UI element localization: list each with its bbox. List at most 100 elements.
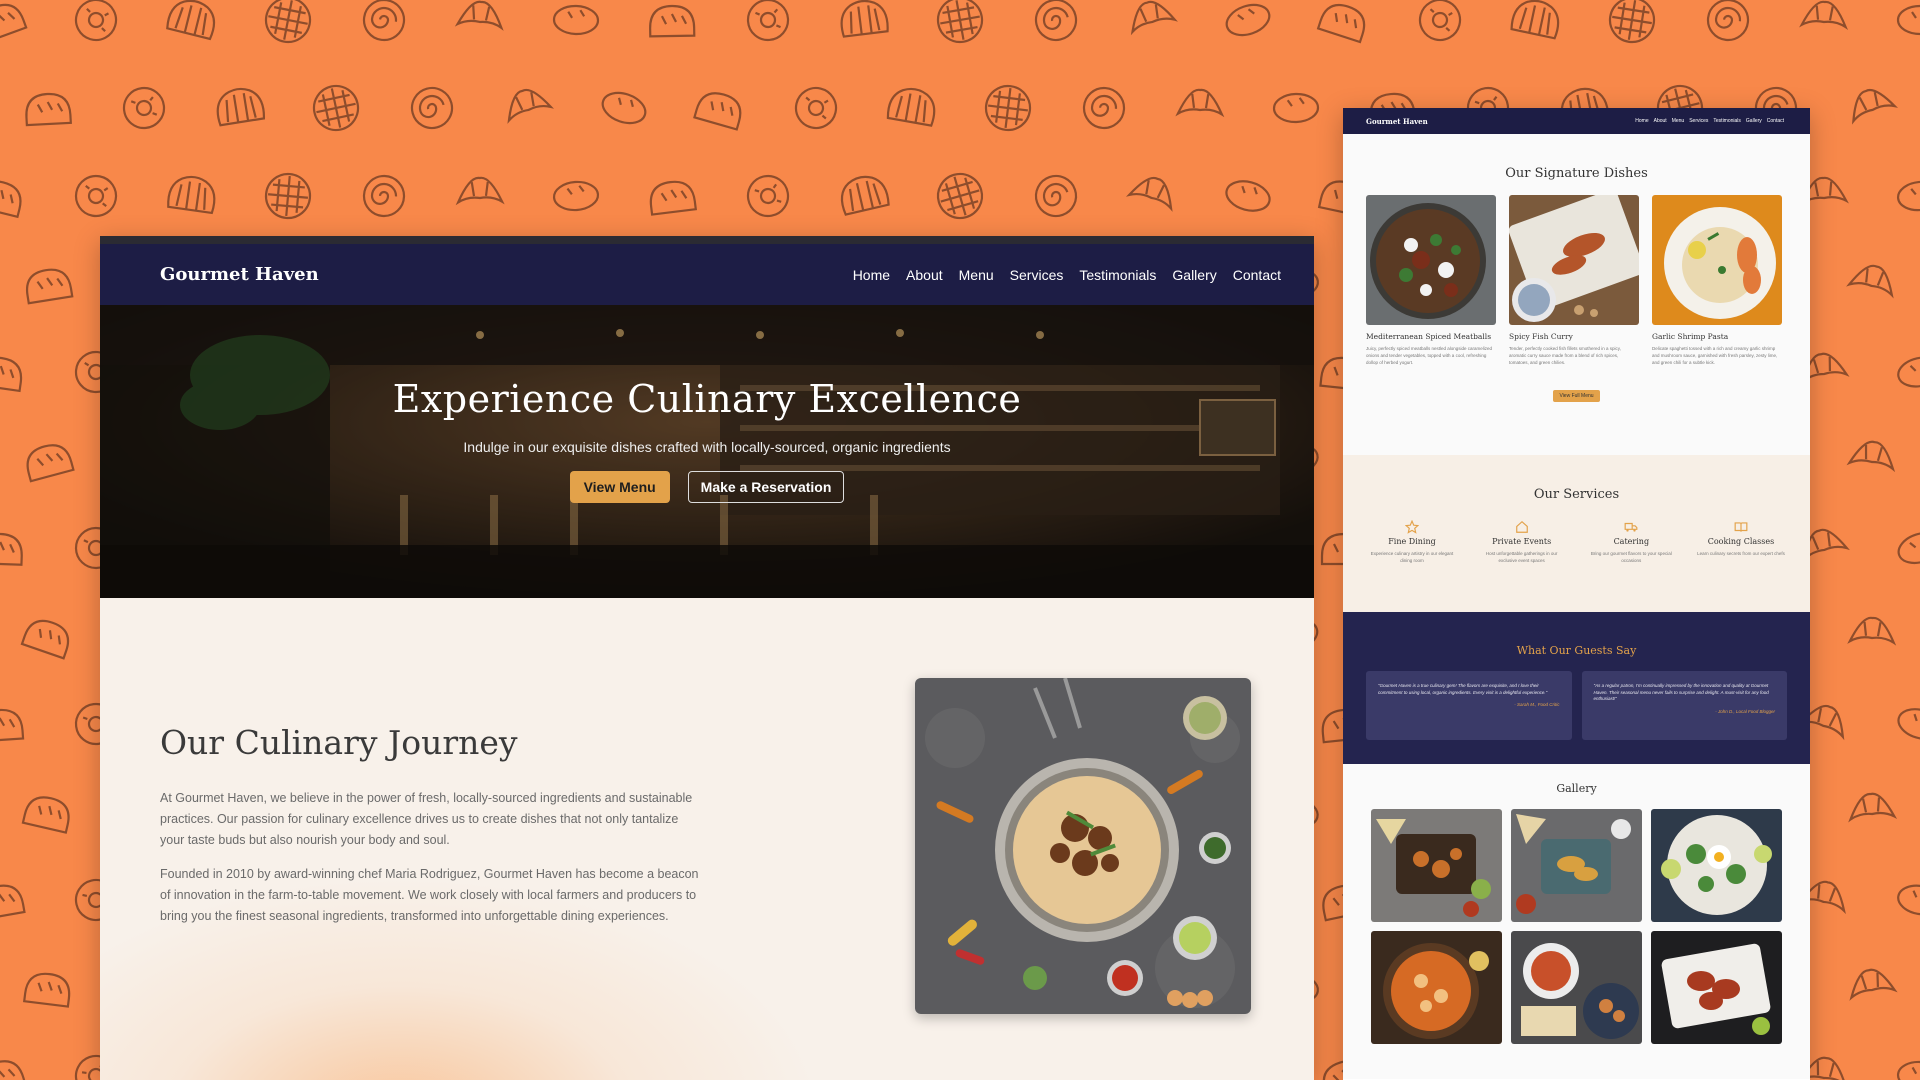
pastry-doodle-icon <box>264 0 312 44</box>
nav-testimonials[interactable]: Testimonials <box>1079 267 1156 283</box>
about-title: Our Culinary Journey <box>160 723 518 762</box>
pastry-doodle-icon <box>1897 884 1920 916</box>
pastry-doodle-icon <box>0 884 26 921</box>
testimonial-quote: "Gourmet Haven is a true culinary gem! T… <box>1378 683 1548 695</box>
hero-subtitle: Indulge in our exquisite dishes crafted … <box>463 439 951 455</box>
pastry-doodle-icon <box>410 86 454 130</box>
nav-menu[interactable]: Menu <box>959 267 994 283</box>
pastry-doodle-icon <box>840 175 890 216</box>
services-section: Our Services Fine Dining Experience culi… <box>1343 455 1810 612</box>
nav-gallery[interactable]: Gallery <box>1172 267 1216 283</box>
pastry-doodle-icon <box>1082 86 1126 130</box>
service-description: Experience culinary artistry in our eleg… <box>1370 551 1454 563</box>
nav-services[interactable]: Services <box>1010 267 1064 283</box>
pastry-doodle-icon <box>25 92 72 127</box>
pastry-doodle-icon <box>1848 792 1898 823</box>
pastry-doodle-icon <box>0 532 23 566</box>
dish-name: Spicy Fish Curry <box>1509 332 1573 341</box>
gallery-image[interactable] <box>1651 809 1782 922</box>
pastry-doodle-icon <box>552 180 600 212</box>
pastry-doodle-icon <box>1225 180 1271 212</box>
page-nav-about[interactable]: About <box>1654 118 1667 124</box>
make-reservation-button[interactable]: Make a Reservation <box>687 471 845 503</box>
pastry-doodle-icon <box>26 444 75 483</box>
pastry-doodle-icon <box>312 84 360 132</box>
gallery-image[interactable] <box>1371 809 1502 922</box>
about-paragraph-1: At Gourmet Haven, we believe in the powe… <box>160 791 693 847</box>
pastry-doodle-icon <box>936 172 984 220</box>
pastry-doodle-icon <box>1897 356 1920 388</box>
about-paragraph-2: Founded in 2010 by award-winning chef Ma… <box>160 867 699 923</box>
dish-name: Garlic Shrimp Pasta <box>1652 332 1729 341</box>
pastry-doodle-icon <box>1034 174 1078 218</box>
pastry-doodle-icon <box>166 0 216 41</box>
pastry-doodle-icon <box>649 180 698 216</box>
nav-links: Home About Menu Services Testimonials Ga… <box>853 267 1281 283</box>
pastry-doodle-icon <box>1608 0 1656 44</box>
testimonial-author: - Sarah M., Food Critic <box>1514 702 1560 707</box>
page-nav-services[interactable]: Services <box>1689 118 1708 124</box>
view-full-menu-button[interactable]: View Full Menu <box>1553 390 1600 402</box>
pastry-doodle-icon <box>1896 4 1920 36</box>
dish-card[interactable]: Garlic Shrimp Pasta Delicate spaghetti t… <box>1652 195 1782 366</box>
service-description: Learn culinary secrets from our expert c… <box>1697 551 1785 556</box>
pastry-doodle-icon <box>1418 0 1462 42</box>
gallery-image[interactable] <box>1511 809 1642 922</box>
pastry-doodle-icon <box>601 91 647 125</box>
pastry-doodle-icon <box>0 356 23 393</box>
pastry-doodle-icon <box>1896 180 1920 212</box>
page-nav-home[interactable]: Home <box>1635 118 1648 124</box>
dish-card[interactable]: Mediterranean Spiced Meatballs Juicy, pe… <box>1366 195 1496 366</box>
gallery-image[interactable] <box>1651 931 1782 1044</box>
page-nav-links: Home About Menu Services Testimonials Ga… <box>1635 118 1784 124</box>
pastry-doodle-icon <box>216 87 266 127</box>
dish-card[interactable]: Spicy Fish Curry Tender, perfectly cooke… <box>1509 195 1639 366</box>
nav-about[interactable]: About <box>906 267 943 283</box>
pastry-doodle-icon <box>1225 3 1271 37</box>
site-logo[interactable]: Gourmet Haven <box>160 264 319 285</box>
hero-buttons: View Menu Make a Reservation <box>100 471 1314 503</box>
page-nav-contact[interactable]: Contact <box>1767 118 1784 124</box>
pastry-doodle-icon <box>22 972 71 1008</box>
testimonial-card: "Gourmet Haven is a true culinary gem! T… <box>1366 671 1572 740</box>
browser-top-bar <box>100 236 1314 244</box>
page-logo[interactable]: Gourmet Haven <box>1366 117 1428 126</box>
testimonial-card: "As a regular patron, I'm continually im… <box>1581 671 1787 740</box>
service-title: Cooking Classes <box>1707 537 1775 546</box>
pastry-doodle-icon <box>1034 0 1078 42</box>
pastry-doodle-icon <box>507 88 555 124</box>
pastry-doodle-icon <box>0 180 22 219</box>
service-title: Catering <box>1613 537 1650 546</box>
gallery-image[interactable] <box>1371 931 1502 1044</box>
dish-description: Juicy, perfectly spiced meatballs nestle… <box>1366 346 1492 365</box>
truck-icon <box>1624 522 1638 532</box>
pastry-doodle-icon <box>74 0 118 42</box>
nav-home[interactable]: Home <box>853 267 890 283</box>
pastry-doodle-icon <box>984 84 1032 132</box>
gallery-image[interactable] <box>1511 931 1642 1044</box>
service-description: Host unforgettable gatherings in our exc… <box>1485 551 1558 563</box>
pastry-doodle-icon <box>362 0 406 42</box>
pastry-doodle-icon <box>74 174 118 218</box>
pastry-doodle-icon <box>1897 531 1920 565</box>
pastry-doodle-icon <box>1706 0 1750 42</box>
pastry-doodle-icon <box>886 87 936 127</box>
desktop-navbar: Gourmet Haven Home About Menu Services T… <box>100 244 1314 305</box>
dish-description: Delicate spaghetti tossed with a rich an… <box>1652 346 1778 365</box>
page-nav-testimonials[interactable]: Testimonials <box>1713 118 1741 124</box>
book-icon <box>1734 522 1748 532</box>
pastry-doodle-icon <box>1847 616 1897 646</box>
testimonials-section: What Our Guests Say "Gourmet Haven is a … <box>1343 612 1810 764</box>
testimonials-title: What Our Guests Say <box>1516 644 1637 657</box>
pastry-doodle-icon <box>0 708 25 743</box>
testimonial-quote: "As a regular patron, I'm continually im… <box>1593 683 1769 701</box>
pastry-doodle-icon <box>362 174 406 218</box>
pastry-doodle-icon <box>1896 1060 1920 1080</box>
view-menu-button[interactable]: View Menu <box>569 471 670 503</box>
nav-contact[interactable]: Contact <box>1233 267 1281 283</box>
page-nav-menu[interactable]: Menu <box>1672 118 1685 124</box>
service-item: Private Events Host unforgettable gather… <box>1477 520 1567 564</box>
about-text: Our Culinary Journey At Gourmet Haven, w… <box>160 723 700 940</box>
pastry-doodle-icon <box>264 172 312 220</box>
page-nav-gallery[interactable]: Gallery <box>1746 118 1762 124</box>
